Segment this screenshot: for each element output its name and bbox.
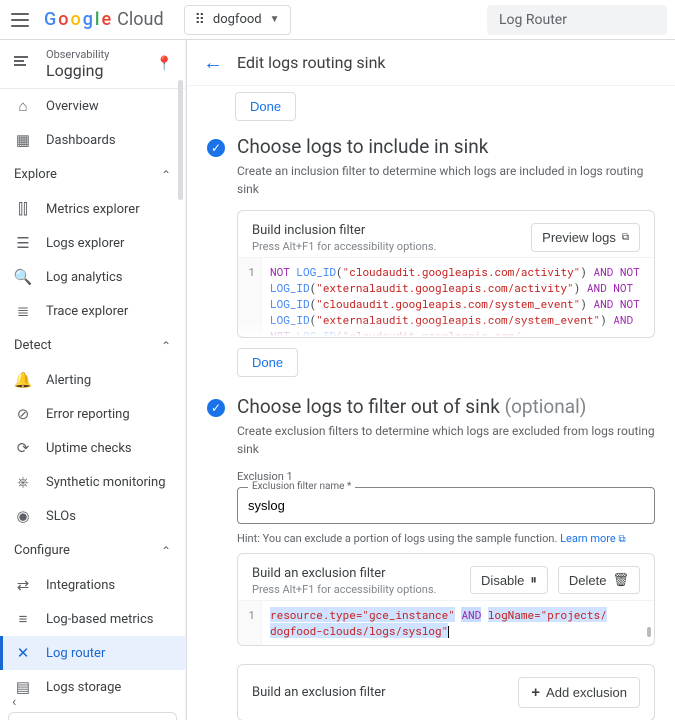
router-icon: ✕: [14, 644, 32, 662]
sidebar-item-alerting[interactable]: 🔔Alerting: [0, 363, 185, 397]
back-button[interactable]: ←: [203, 50, 223, 75]
done-button-top[interactable]: Done: [235, 92, 296, 121]
sidebar-group-configure[interactable]: Configure⌃: [0, 533, 185, 568]
sidebar-title: Logging: [46, 61, 156, 80]
done-button-include[interactable]: Done: [237, 348, 298, 377]
chart-icon: ⫿⫿: [14, 200, 32, 218]
sidebar-item-log-based-metrics[interactable]: ≡Log-based metrics: [0, 602, 185, 636]
plus-icon: +: [531, 684, 540, 701]
chevron-up-icon: ⌃: [161, 168, 171, 182]
exclusion-filter-editor[interactable]: 1 resource.type="gce_instance" AND logNa…: [238, 600, 654, 645]
main: ← Edit logs routing sink Done ✓ Choose l…: [186, 40, 675, 720]
chevron-up-icon: ⌃: [161, 544, 171, 558]
page-title: Edit logs routing sink: [237, 53, 386, 72]
exclude-desc: Create exclusion filters to determine wh…: [237, 422, 655, 458]
pause-icon: ⏸: [530, 572, 537, 588]
sidebar-item-integrations[interactable]: ⇄Integrations: [0, 568, 185, 602]
uptime-icon: ⟳: [14, 439, 32, 457]
scrollbar[interactable]: [178, 80, 183, 200]
search-placeholder: Log Router: [499, 12, 567, 28]
sidebar-item-overview[interactable]: ⌂Overview: [0, 89, 185, 123]
metrics-scope-picker[interactable]: ⠿ Metrics Scope 1 project ›: [8, 712, 177, 720]
sidebar-item-synthetic-monitoring[interactable]: ⎈Synthetic monitoring: [0, 465, 185, 499]
add-exclusion-card: Build an exclusion filter + Add exclusio…: [237, 664, 655, 720]
chevron-up-icon: ⌃: [161, 339, 171, 353]
inclusion-filter-editor[interactable]: 1 NOT LOG_ID("cloudaudit.googleapis.com/…: [238, 257, 654, 337]
include-desc: Create an inclusion filter to determine …: [237, 162, 655, 198]
trash-icon: 🗑: [612, 572, 629, 588]
exclude-card-title: Build an exclusion filter: [252, 566, 436, 581]
collapse-sidebar-button[interactable]: ‹: [6, 688, 22, 716]
sidebar-group-detect[interactable]: Detect⌃: [0, 328, 185, 363]
add-exclusion-button[interactable]: + Add exclusion: [518, 677, 640, 708]
monitor-icon: ⎈: [14, 473, 32, 491]
sidebar-item-trace-explorer[interactable]: ≣Trace explorer: [0, 294, 185, 328]
sidebar-overline: Observability: [46, 48, 156, 61]
scrollbar[interactable]: [647, 627, 651, 637]
sidebar: Observability Logging 📍 ⌂Overview ▦Dashb…: [0, 40, 186, 720]
learn-more-link[interactable]: Learn more ⧉: [560, 532, 626, 545]
project-name: dogfood: [213, 12, 262, 27]
home-icon: ⌂: [14, 97, 32, 115]
sidebar-item-logs-storage[interactable]: ▤Logs storage: [0, 670, 185, 704]
chevron-down-icon: ▼: [270, 14, 280, 25]
sidebar-item-log-router[interactable]: ✕Log router: [0, 636, 185, 670]
exclusion-filter-card: Build an exclusion filter Press Alt+F1 f…: [237, 553, 655, 646]
sidebar-item-dashboards[interactable]: ▦Dashboards: [0, 123, 185, 157]
sidebar-header: Observability Logging 📍: [0, 40, 185, 89]
exclude-title: Choose logs to filter out of sink (optio…: [237, 395, 655, 418]
include-card-title: Build inclusion filter: [252, 223, 436, 238]
exclusion-hint: Hint: You can exclude a portion of logs …: [237, 532, 655, 545]
sidebar-item-uptime-checks[interactable]: ⟳Uptime checks: [0, 431, 185, 465]
sidebar-item-slos[interactable]: ◉SLOs: [0, 499, 185, 533]
google-cloud-logo[interactable]: Google Cloud: [44, 9, 164, 30]
error-icon: ⊘: [14, 405, 32, 423]
external-link-icon: ⧉: [622, 232, 629, 243]
disable-button[interactable]: Disable ⏸: [470, 566, 548, 594]
section-exclude: ✓ Choose logs to filter out of sink (opt…: [207, 395, 655, 720]
include-card-sub: Press Alt+F1 for accessibility options.: [252, 240, 436, 253]
add-exclusion-title: Build an exclusion filter: [252, 685, 386, 700]
bell-icon: 🔔: [14, 371, 32, 389]
slo-icon: ◉: [14, 507, 32, 525]
list-icon: ☰: [14, 234, 32, 252]
sidebar-item-metrics-explorer[interactable]: ⫿⫿Metrics explorer: [0, 192, 185, 226]
sidebar-item-log-analytics[interactable]: 🔍Log analytics: [0, 260, 185, 294]
exclude-card-sub: Press Alt+F1 for accessibility options.: [252, 583, 436, 596]
trace-icon: ≣: [14, 302, 32, 320]
sidebar-group-explore[interactable]: Explore⌃: [0, 157, 185, 192]
exclusion-filter-name-field[interactable]: Exclusion filter name *: [237, 487, 655, 524]
section-include: ✓ Choose logs to include in sink Create …: [207, 135, 655, 377]
delete-button[interactable]: Delete 🗑: [558, 566, 640, 594]
inclusion-filter-card: Build inclusion filter Press Alt+F1 for …: [237, 210, 655, 338]
check-icon: ✓: [207, 399, 225, 417]
metrics-icon: ≡: [14, 610, 32, 628]
dashboard-icon: ▦: [14, 131, 32, 149]
exclusion-filter-name-input[interactable]: [238, 488, 654, 523]
logging-icon: [14, 54, 34, 74]
exclusion-filter-name-label: Exclusion filter name *: [248, 481, 355, 492]
check-icon: ✓: [207, 139, 225, 157]
nav-menu-button[interactable]: [8, 8, 32, 32]
sidebar-item-error-reporting[interactable]: ⊘Error reporting: [0, 397, 185, 431]
external-link-icon: ⧉: [618, 534, 625, 545]
main-header: ← Edit logs routing sink: [187, 40, 675, 86]
analytics-icon: 🔍: [14, 268, 32, 286]
project-picker[interactable]: ⠿ dogfood ▼: [184, 5, 291, 35]
integrations-icon: ⇄: [14, 576, 32, 594]
include-title: Choose logs to include in sink: [237, 135, 655, 158]
project-icon: ⠿: [195, 12, 205, 28]
preview-logs-button[interactable]: Preview logs ⧉: [531, 223, 640, 252]
search-input[interactable]: Log Router: [487, 5, 667, 35]
sidebar-item-logs-explorer[interactable]: ☰Logs explorer: [0, 226, 185, 260]
top-bar: Google Cloud ⠿ dogfood ▼ Log Router: [0, 0, 675, 40]
pin-icon[interactable]: 📍: [156, 56, 173, 72]
